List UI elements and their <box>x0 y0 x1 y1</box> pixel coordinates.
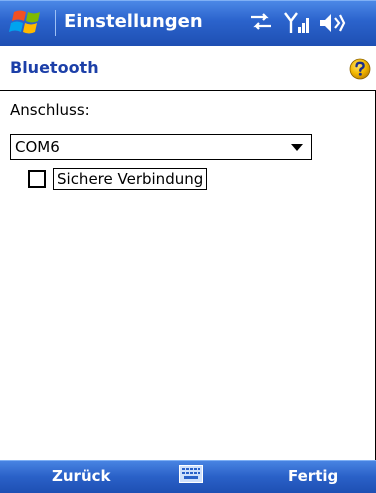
secure-connection-label[interactable]: Sichere Verbindung <box>53 168 208 190</box>
port-dropdown[interactable]: COM6 <box>10 134 312 160</box>
connectivity-icon[interactable] <box>248 11 274 33</box>
signal-strength-icon[interactable] <box>283 11 311 35</box>
menu-bar: Zurück Fertig <box>0 460 376 493</box>
help-icon[interactable] <box>349 58 371 80</box>
page-title: Bluetooth <box>10 58 99 77</box>
port-label: Anschluss: <box>10 101 90 119</box>
title-separator <box>55 10 56 36</box>
chevron-down-icon[interactable] <box>291 144 303 151</box>
screen: Einstellungen Bluetooth Anschluss: COM6 … <box>0 0 376 493</box>
title-bar: Einstellungen <box>0 0 376 46</box>
secure-connection-checkbox[interactable] <box>28 170 46 188</box>
volume-icon[interactable] <box>318 11 346 35</box>
keyboard-icon[interactable] <box>179 465 203 483</box>
back-softkey[interactable]: Zurück <box>52 466 111 486</box>
start-button[interactable] <box>6 6 52 40</box>
app-title[interactable]: Einstellungen <box>64 9 203 35</box>
done-softkey[interactable]: Fertig <box>288 466 338 486</box>
windows-flag-icon <box>9 10 40 34</box>
page-header: Bluetooth <box>0 46 376 91</box>
port-dropdown-value: COM6 <box>15 138 60 156</box>
